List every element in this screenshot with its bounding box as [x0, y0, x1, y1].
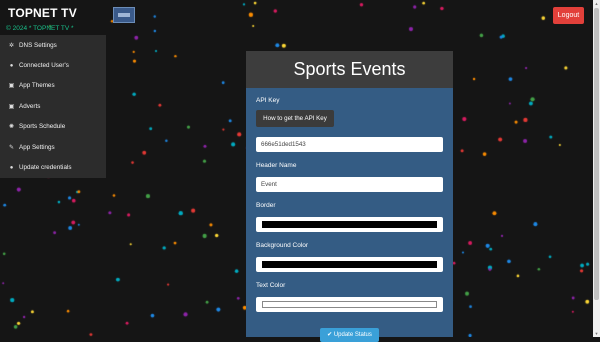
header-name-label: Header Name: [256, 162, 297, 169]
image-icon: ▣: [8, 103, 15, 110]
scroll-up-icon[interactable]: ▲: [593, 0, 600, 7]
sidebar-item-adverts[interactable]: ▣ Adverts: [0, 96, 106, 116]
background-color-input[interactable]: [256, 257, 443, 272]
scroll-thumb[interactable]: [594, 8, 599, 300]
sidebar-item-app-settings[interactable]: ✎ App Settings: [0, 137, 106, 157]
top-bar: TOPNET TV Logout © 2024 * TOPNET TV *: [0, 0, 593, 34]
sidebar-item-label: Connected User's: [19, 62, 69, 70]
update-status-button[interactable]: ✔ Update Status: [320, 328, 379, 342]
wrench-icon: ✎: [8, 144, 15, 151]
gear-icon: ✺: [8, 124, 15, 131]
sidebar-item-dns-settings[interactable]: ✲ DNS Settings: [0, 35, 106, 55]
panel-title: Sports Events: [246, 51, 453, 88]
sidebar-item-label: Adverts: [19, 102, 41, 110]
sidebar-item-label: DNS Settings: [19, 41, 57, 49]
sidebar: ✲ DNS Settings ● Connected User's ▣ App …: [0, 35, 106, 178]
border-color-swatch: [262, 221, 437, 228]
sidebar-item-label: Sports Schedule: [19, 123, 66, 131]
logout-button[interactable]: Logout: [553, 7, 584, 24]
background-color-label: Background Color: [256, 242, 309, 249]
sidebar-item-app-themes[interactable]: ▣ App Themes: [0, 76, 106, 96]
background-color-swatch: [262, 261, 437, 268]
image-icon: ▣: [8, 83, 15, 90]
sidebar-item-label: App Settings: [19, 143, 55, 151]
border-label: Border: [256, 202, 276, 209]
sidebar-item-update-credentials[interactable]: ● Update credentials: [0, 157, 106, 177]
text-color-input[interactable]: [256, 297, 443, 312]
api-key-input[interactable]: 666e51ded1543: [256, 137, 443, 152]
copyright-text: © 2024 * TOPNET TV *: [6, 25, 74, 32]
border-color-input[interactable]: [256, 217, 443, 232]
text-color-label: Text Color: [256, 282, 286, 289]
scroll-down-icon[interactable]: ▼: [593, 330, 600, 337]
header-name-input[interactable]: Event: [256, 177, 443, 192]
gears-icon: ✲: [8, 42, 15, 49]
sidebar-item-sports-schedule[interactable]: ✺ Sports Schedule: [0, 117, 106, 137]
sidebar-item-connected-users[interactable]: ● Connected User's: [0, 55, 106, 75]
user-icon: ●: [9, 62, 14, 69]
api-key-label: API Key: [256, 97, 280, 104]
brand-title: TOPNET TV: [8, 6, 77, 20]
sidebar-item-label: Update credentials: [19, 164, 72, 172]
text-color-swatch: [262, 301, 437, 308]
page-scrollbar[interactable]: ▲ ▼: [593, 0, 600, 337]
user-icon: ●: [9, 164, 14, 171]
how-to-get-api-key-button[interactable]: How to get the API Key: [256, 110, 334, 127]
sports-events-panel: Sports Events API Key How to get the API…: [246, 51, 453, 342]
sidebar-item-label: App Themes: [19, 82, 55, 90]
logo-thumbnail[interactable]: [113, 7, 135, 23]
